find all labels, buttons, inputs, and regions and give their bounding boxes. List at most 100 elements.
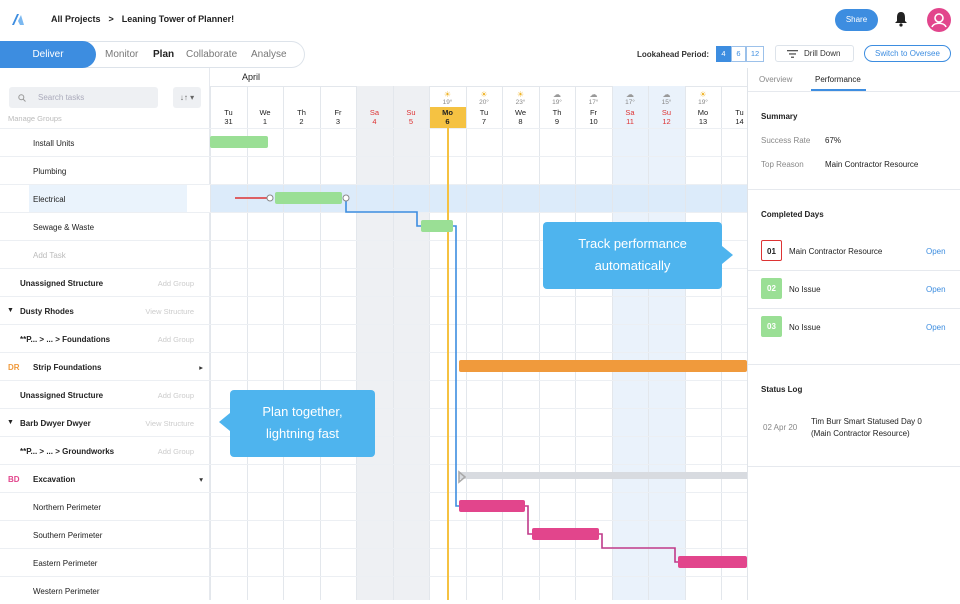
tab-performance[interactable]: Performance [815,75,861,84]
day-reason: No Issue [789,323,821,332]
task-row[interactable]: Sewage & Waste [0,212,210,240]
callout-track-text: Track performance automatically [578,236,687,273]
task-row[interactable]: Electrical [0,184,210,212]
callout-plan-text: Plan together, lightning fast [262,404,343,441]
callout-arrow-icon [219,413,230,431]
row-action-link[interactable]: View Structure [145,419,194,428]
task-row[interactable]: Dusty Rhodes ▼ View Structure [0,296,210,324]
day-reason: Main Contractor Resource [789,247,883,256]
task-row-label: **P... > ... > Groundworks [20,447,115,456]
divider [748,270,960,271]
open-link[interactable]: Open [926,247,946,256]
callout-track-performance: Track performance automatically [543,222,722,289]
gantt-chart: April Tu 31 We 1 Th 2 Fr 3 Sa 4 Su 5 Mo 6 ☀ 19° Tu 7 ☀ 20° W… [210,68,747,600]
assignee-tag: DR [8,363,20,372]
task-row-label: **P... > ... > Foundations [20,335,111,344]
open-link[interactable]: Open [926,285,946,294]
lookahead-12[interactable]: 12 [746,46,764,62]
task-row-label: Add Task [33,251,66,260]
task-row[interactable]: Unassigned Structure Add Group [0,380,210,408]
open-link[interactable]: Open [926,323,946,332]
sort-button[interactable]: ↓↑ ▾ [173,87,201,108]
task-row[interactable]: Unassigned Structure Add Group [0,268,210,296]
day-badge: 03 [761,316,782,337]
performance-panel: Overview Performance Summary Success Rat… [747,68,960,600]
task-row-label: Unassigned Structure [20,279,104,288]
summary-heading: Summary [761,112,798,121]
task-row[interactable]: Install Units [0,128,210,156]
row-action-link[interactable]: Add Group [158,335,194,344]
task-row[interactable]: Plumbing [0,156,210,184]
tab-collaborate[interactable]: Collaborate [186,49,237,60]
task-row-label: Eastern Perimeter [33,559,98,568]
bell-icon[interactable] [894,11,908,27]
status-log-heading: Status Log [761,385,803,394]
tab-analyse[interactable]: Analyse [251,49,287,60]
task-row[interactable]: Excavation BD ▾ [0,464,210,492]
expand-toggle-icon[interactable]: ▸ [199,363,203,372]
task-row[interactable]: Northern Perimeter [0,492,210,520]
completed-days-heading: Completed Days [761,210,824,219]
lookahead-6[interactable]: 6 [731,46,746,62]
task-row[interactable]: Barb Dwyer Dwyer ▼ View Structure [0,408,210,436]
task-row-label: Excavation [33,475,76,484]
breadcrumb-all-projects[interactable]: All Projects [51,14,101,24]
row-action-link[interactable]: Add Group [158,391,194,400]
task-row[interactable]: **P... > ... > Groundworks Add Group [0,436,210,464]
log-text-line1: Tim Burr Smart Statused Day 0 [811,417,922,426]
search-icon [18,94,26,102]
collapse-toggle-icon[interactable]: ▼ [7,307,14,314]
tab-plan[interactable]: Plan [153,49,174,60]
day-reason: No Issue [789,285,821,294]
tab-monitor[interactable]: Monitor [105,49,138,60]
row-action-link[interactable]: Add Group [158,279,194,288]
row-action-link[interactable]: Add Group [158,447,194,456]
lookahead-label: Lookahead Period: [637,50,710,59]
breadcrumb: All Projects > Leaning Tower of Planner! [51,14,242,24]
top-reason-label: Top Reason [761,160,804,169]
day-badge: 02 [761,278,782,299]
share-button[interactable]: Share [835,9,878,31]
filter-icon [787,50,798,58]
assignee-tag: BD [8,475,20,484]
tab-deliver[interactable]: Deliver [0,41,96,68]
drill-down-label: Drill Down [804,49,841,58]
breadcrumb-separator: > [108,14,114,24]
task-row[interactable]: **P... > ... > Foundations Add Group [0,324,210,352]
task-row-label: Electrical [33,195,66,204]
row-action-link[interactable]: View Structure [145,307,194,316]
divider [748,308,960,309]
top-reason-value: Main Contractor Resource [825,160,919,169]
task-row-label: Strip Foundations [33,363,102,372]
task-row-label: Unassigned Structure [20,391,104,400]
success-rate-value: 67% [825,136,842,145]
dependency-lines [235,194,678,563]
task-row-label: Install Units [33,139,75,148]
drill-down-button[interactable]: Drill Down [775,45,854,62]
task-row-label: Plumbing [33,167,67,176]
expand-toggle-icon[interactable]: ▾ [199,475,203,484]
switch-oversee-button[interactable]: Switch to Oversee [864,45,951,62]
success-rate-label: Success Rate [761,136,811,145]
task-row-label: Sewage & Waste [33,223,95,232]
log-date: 02 Apr 20 [763,423,798,432]
callout-arrow-icon [722,246,733,264]
top-bar: All Projects > Leaning Tower of Planner! S… [0,0,960,40]
task-row-label: Southern Perimeter [33,531,103,540]
lookahead-4[interactable]: 4 [716,46,731,62]
manage-groups-link[interactable]: Manage Groups [8,114,62,123]
collapse-toggle-icon[interactable]: ▼ [7,419,14,426]
search-input[interactable]: Search tasks [9,87,158,108]
tab-overview[interactable]: Overview [759,75,792,84]
task-row-label: Dusty Rhodes [20,307,74,316]
task-row-label: Western Perimeter [33,587,100,596]
task-row[interactable]: Southern Perimeter [0,520,210,548]
task-row[interactable]: Eastern Perimeter [0,548,210,576]
breadcrumb-project: Leaning Tower of Planner! [121,14,235,24]
app-logo-icon[interactable] [10,12,26,26]
task-row[interactable]: Add Task [0,240,210,268]
callout-plan-together: Plan together, lightning fast [230,390,375,457]
task-row[interactable]: Strip Foundations DR ▸ [0,352,210,380]
task-row-label: Barb Dwyer Dwyer [20,419,91,428]
user-avatar-icon[interactable] [927,8,951,32]
